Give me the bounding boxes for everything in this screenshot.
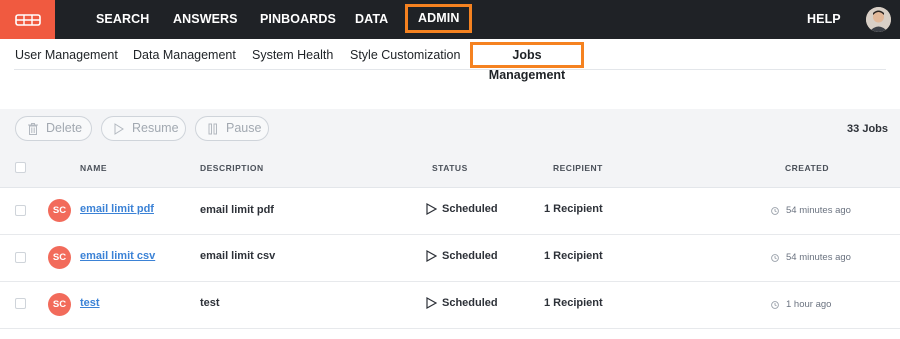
job-status: Scheduled — [426, 250, 498, 262]
nav-search[interactable]: SEARCH — [96, 0, 149, 39]
trash-icon — [28, 117, 38, 140]
subnav-user-management[interactable]: User Management — [15, 48, 118, 62]
select-all-checkbox[interactable] — [15, 162, 26, 173]
created-label: 1 hour ago — [786, 299, 832, 310]
column-header-created[interactable]: CREATED — [785, 163, 829, 173]
job-description: test — [200, 297, 220, 309]
subnav-style-customization[interactable]: Style Customization — [350, 48, 460, 62]
subnav-jobs-management[interactable]: Jobs Management — [470, 42, 584, 82]
play-icon — [426, 203, 437, 215]
avatar: SC — [48, 246, 71, 269]
pause-label: Pause — [226, 121, 262, 135]
delete-button[interactable]: Delete — [15, 116, 92, 141]
job-name-link[interactable]: email limit csv — [80, 250, 155, 262]
status-label: Scheduled — [442, 250, 498, 262]
column-header-description[interactable]: DESCRIPTION — [200, 163, 264, 173]
play-icon — [426, 250, 437, 262]
avatar: SC — [48, 199, 71, 222]
avatar: SC — [48, 293, 71, 316]
nav-help[interactable]: HELP — [807, 0, 841, 39]
pause-button[interactable]: Pause — [195, 116, 269, 141]
job-recipient: 1 Recipient — [544, 250, 603, 262]
job-count: 33 Jobs — [847, 123, 888, 135]
job-recipient: 1 Recipient — [544, 297, 603, 309]
clock-icon — [771, 206, 779, 215]
logo-icon[interactable] — [0, 0, 55, 39]
job-description: email limit pdf — [200, 204, 274, 216]
subnav-system-health[interactable]: System Health — [252, 48, 333, 62]
column-header-status[interactable]: STATUS — [432, 163, 468, 173]
column-header-name[interactable]: NAME — [80, 163, 107, 173]
job-name-link[interactable]: test — [80, 297, 100, 309]
job-created: 54 minutes ago — [771, 205, 851, 216]
resume-button[interactable]: Resume — [101, 116, 186, 141]
job-created: 54 minutes ago — [771, 252, 851, 263]
play-icon — [114, 117, 124, 140]
job-recipient: 1 Recipient — [544, 203, 603, 215]
row-checkbox[interactable] — [15, 252, 26, 263]
created-label: 54 minutes ago — [786, 205, 851, 216]
pause-icon — [208, 117, 218, 140]
play-icon — [426, 297, 437, 309]
resume-label: Resume — [132, 121, 179, 135]
nav-data[interactable]: DATA — [355, 0, 388, 39]
nav-pinboards[interactable]: PINBOARDS — [260, 0, 336, 39]
job-description: email limit csv — [200, 250, 276, 262]
job-status: Scheduled — [426, 297, 498, 309]
created-label: 54 minutes ago — [786, 252, 851, 263]
nav-answers[interactable]: ANSWERS — [173, 0, 238, 39]
job-created: 1 hour ago — [771, 299, 831, 310]
clock-icon — [771, 253, 779, 262]
job-name-link[interactable]: email limit pdf — [80, 203, 154, 215]
status-label: Scheduled — [442, 297, 498, 309]
delete-label: Delete — [46, 121, 83, 135]
clock-icon — [771, 300, 779, 309]
status-label: Scheduled — [442, 203, 498, 215]
subnav-divider — [14, 69, 886, 70]
job-status: Scheduled — [426, 203, 498, 215]
row-checkbox[interactable] — [15, 298, 26, 309]
row-checkbox[interactable] — [15, 205, 26, 216]
avatar[interactable] — [866, 7, 891, 32]
subnav-data-management[interactable]: Data Management — [133, 48, 236, 62]
column-header-recipient[interactable]: RECIPIENT — [553, 163, 603, 173]
nav-admin[interactable]: ADMIN — [405, 4, 473, 33]
